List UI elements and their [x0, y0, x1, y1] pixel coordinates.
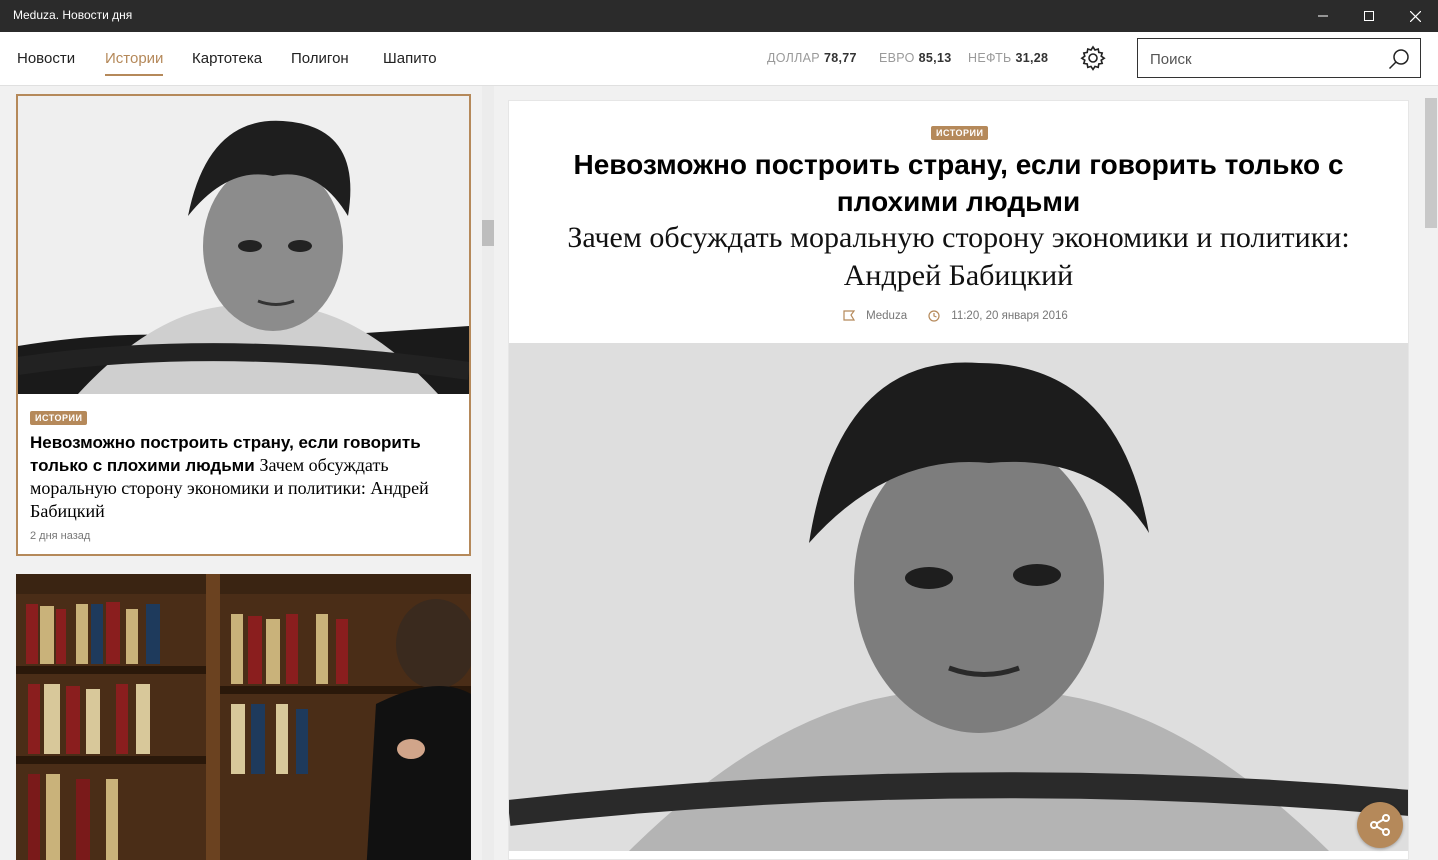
- rate-eur: ЕВРО 85,13: [879, 51, 951, 65]
- card-content: ИСТОРИИ Невозможно построить страну, есл…: [30, 408, 457, 523]
- article-photo: [509, 343, 1408, 851]
- clock-icon: [928, 310, 940, 322]
- rate-eur-value: 85,13: [918, 51, 952, 65]
- nav-item-polygon[interactable]: Полигон: [291, 50, 349, 74]
- story-photo: [18, 96, 469, 394]
- share-icon: [1370, 814, 1390, 836]
- maximize-button[interactable]: [1346, 0, 1392, 32]
- rate-eur-label: ЕВРО: [879, 51, 915, 65]
- list-scrollbar[interactable]: [482, 86, 494, 860]
- nav-item-cards[interactable]: Картотека: [192, 50, 262, 74]
- article-source: Meduza: [843, 310, 913, 322]
- story-list: ИСТОРИИ Невозможно построить страну, есл…: [0, 86, 494, 860]
- nav-item-shapito[interactable]: Шапито: [383, 50, 437, 74]
- portrait-illustration: [18, 96, 469, 394]
- article-meta: Meduza 11:20, 20 января 2016: [509, 310, 1408, 325]
- flag-icon: [843, 310, 856, 321]
- rate-oil: НЕФТЬ 31,28: [968, 51, 1048, 65]
- article-view: ИСТОРИИ Невозможно построить страну, есл…: [508, 100, 1409, 860]
- search-box: [1137, 38, 1421, 78]
- article-title: Невозможно построить страну, если говори…: [573, 149, 1344, 217]
- close-icon: [1409, 10, 1421, 22]
- rate-usd: ДОЛЛАР 78,77: [767, 51, 857, 65]
- portrait-illustration: [509, 343, 1408, 851]
- article-subtitle: Зачем обсуждать моральную сторону эконом…: [567, 221, 1350, 292]
- nav-item-news[interactable]: Новости: [17, 50, 75, 74]
- top-nav: Новости Истории Картотека Полигон Шапито…: [0, 32, 1438, 86]
- article-source-label: Meduza: [866, 310, 908, 322]
- title-bar: Meduza. Новости дня: [0, 0, 1438, 32]
- list-item[interactable]: [16, 574, 471, 860]
- search-input[interactable]: [1148, 46, 1382, 72]
- story-photo: [16, 574, 471, 860]
- category-badge: ИСТОРИИ: [30, 411, 88, 425]
- list-item[interactable]: ИСТОРИИ Невозможно построить страну, есл…: [16, 94, 471, 556]
- list-scrollbar-thumb[interactable]: [482, 220, 494, 246]
- rate-oil-label: НЕФТЬ: [968, 51, 1012, 65]
- minimize-icon: [1318, 15, 1328, 17]
- article-category-badge: ИСТОРИИ: [931, 126, 989, 140]
- card-timestamp: 2 дня назад: [30, 530, 91, 542]
- settings-button[interactable]: [1079, 44, 1107, 72]
- article-scrollbar-thumb[interactable]: [1425, 98, 1437, 228]
- article-date-label: 11:20, 20 января 2016: [951, 310, 1068, 322]
- share-button[interactable]: [1357, 802, 1403, 848]
- article-scrollbar[interactable]: [1424, 86, 1438, 860]
- search-icon[interactable]: [1388, 48, 1410, 70]
- nav-item-stories[interactable]: Истории: [105, 50, 164, 76]
- maximize-icon: [1364, 11, 1374, 21]
- window-title: Meduza. Новости дня: [13, 8, 133, 22]
- minimize-button[interactable]: [1300, 0, 1346, 32]
- bookshelf-illustration: [16, 574, 471, 860]
- rate-usd-value: 78,77: [823, 51, 857, 65]
- card-title: Невозможно построить страну, если говори…: [30, 432, 457, 523]
- close-button[interactable]: [1392, 0, 1438, 32]
- article-date: 11:20, 20 января 2016: [928, 310, 1074, 322]
- rate-oil-value: 31,28: [1015, 51, 1049, 65]
- rate-usd-label: ДОЛЛАР: [767, 51, 820, 65]
- gear-icon: [1080, 45, 1106, 71]
